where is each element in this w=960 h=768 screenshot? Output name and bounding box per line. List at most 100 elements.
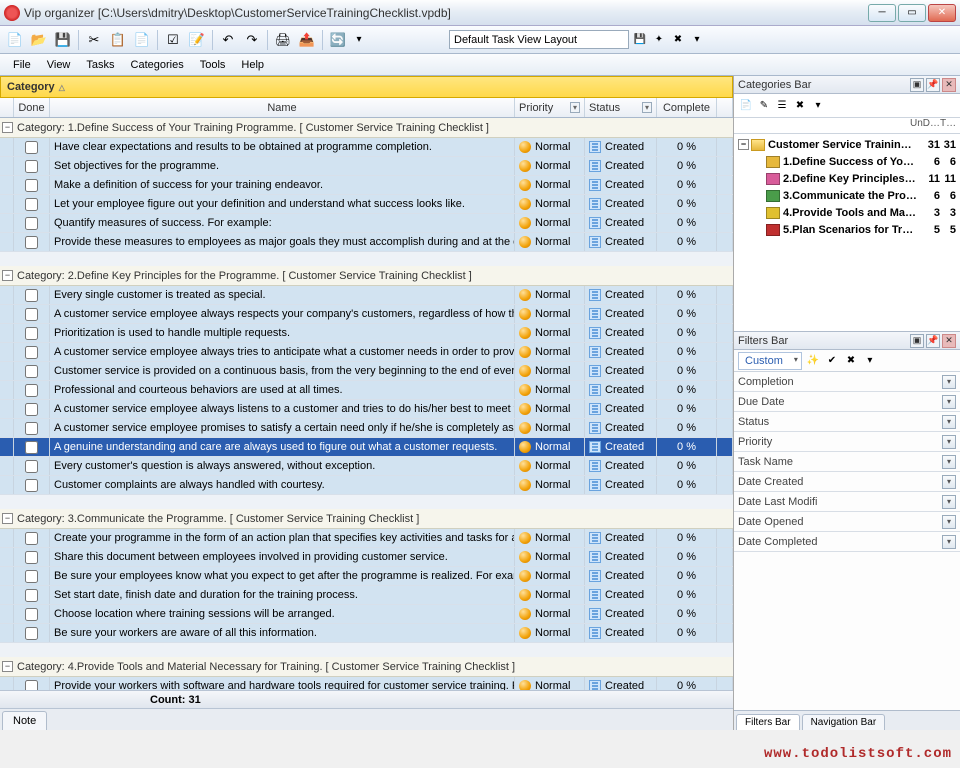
layout-delete-icon[interactable]: ✖ [670,32,686,48]
task-row[interactable]: Create your programme in the form of an … [0,529,733,548]
filter-field[interactable]: Status▾ [734,412,960,432]
export-icon[interactable]: 📤 [296,29,318,51]
task-row[interactable]: Be sure your workers are aware of all th… [0,624,733,643]
collapse-icon[interactable]: − [2,122,13,133]
chevron-down-icon[interactable]: ▾ [942,495,956,509]
paste-icon[interactable]: 📄 [131,29,153,51]
task-row[interactable]: A customer service employee promises to … [0,419,733,438]
cat-edit-icon[interactable]: ✎ [756,98,772,114]
col-status[interactable]: Status▾ [585,98,657,117]
done-checkbox[interactable] [25,289,38,302]
task-row[interactable]: Quantify measures of success. For exampl… [0,214,733,233]
chevron-down-icon[interactable]: ▾ [942,475,956,489]
menu-help[interactable]: Help [234,56,271,74]
task-row[interactable]: Customer service is provided on a contin… [0,362,733,381]
done-checkbox[interactable] [25,441,38,454]
layout-gear-icon[interactable]: ✦ [651,32,667,48]
collapse-icon[interactable]: − [2,270,13,281]
task-row[interactable]: Set start date, finish date and duration… [0,586,733,605]
filter-field[interactable]: Task Name▾ [734,452,960,472]
group-header[interactable]: −Category: 1.Define Success of Your Trai… [0,118,733,138]
done-checkbox[interactable] [25,551,38,564]
done-checkbox[interactable] [25,680,38,691]
done-checkbox[interactable] [25,532,38,545]
done-checkbox[interactable] [25,460,38,473]
done-checkbox[interactable] [25,384,38,397]
task-icon[interactable]: 📝 [186,29,208,51]
chevron-down-icon[interactable]: ▾ [942,415,956,429]
done-checkbox[interactable] [25,179,38,192]
task-row[interactable]: Every single customer is treated as spec… [0,286,733,305]
done-checkbox[interactable] [25,141,38,154]
chevron-down-icon[interactable]: ▾ [942,535,956,549]
group-header[interactable]: −Category: 4.Provide Tools and Material … [0,657,733,677]
dropdown-icon[interactable]: ▾ [351,32,367,48]
task-row[interactable]: Customer complaints are always handled w… [0,476,733,495]
done-checkbox[interactable] [25,608,38,621]
done-checkbox[interactable] [25,160,38,173]
filter-field[interactable]: Completion▾ [734,372,960,392]
task-row[interactable]: Set objectives for the programme.NormalC… [0,157,733,176]
task-row[interactable]: A genuine understanding and care are alw… [0,438,733,457]
category-root[interactable]: −Customer Service Training Che3131 [734,136,960,153]
checkbox-icon[interactable]: ☑ [162,29,184,51]
task-row[interactable]: Professional and courteous behaviors are… [0,381,733,400]
chevron-down-icon[interactable]: ▾ [942,515,956,529]
chevron-down-icon[interactable]: ▾ [942,435,956,449]
group-by-header[interactable]: Category △ [0,76,733,98]
panel-close-icon[interactable]: ✕ [942,78,956,92]
filter-field[interactable]: Date Opened▾ [734,512,960,532]
done-checkbox[interactable] [25,236,38,249]
status-filter-icon[interactable]: ▾ [642,102,652,113]
col-complete[interactable]: Complete [657,98,717,117]
chevron-down-icon[interactable]: ▾ [942,375,956,389]
task-row[interactable]: Every customer's question is always answ… [0,457,733,476]
group-header[interactable]: −Category: 3.Communicate the Programme. … [0,509,733,529]
done-checkbox[interactable] [25,479,38,492]
filter-field[interactable]: Date Last Modifi▾ [734,492,960,512]
maximize-button[interactable]: ▭ [898,4,926,22]
layout-save-icon[interactable]: 💾 [632,32,648,48]
done-checkbox[interactable] [25,346,38,359]
category-item[interactable]: 5.Plan Scenarios for Training S55 [734,221,960,238]
filters-restore-icon[interactable]: ▣ [910,334,924,348]
task-row[interactable]: Have clear expectations and results to b… [0,138,733,157]
menu-file[interactable]: File [6,56,38,74]
done-checkbox[interactable] [25,198,38,211]
minimize-button[interactable]: ─ [868,4,896,22]
done-checkbox[interactable] [25,308,38,321]
new-file-icon[interactable]: 📄 [4,29,26,51]
task-row[interactable]: Provide your workers with software and h… [0,677,733,690]
done-checkbox[interactable] [25,217,38,230]
layout-dropdown-icon[interactable]: ▾ [689,32,705,48]
task-row[interactable]: Make a definition of success for your tr… [0,176,733,195]
category-item[interactable]: 1.Define Success of Your Train66 [734,153,960,170]
filters-pin-icon[interactable]: 📌 [926,334,940,348]
open-icon[interactable]: 📂 [28,29,50,51]
redo-icon[interactable]: ↷ [241,29,263,51]
filter-clear-icon[interactable]: ✖ [843,353,859,369]
cat-new-icon[interactable]: 📄 [738,98,754,114]
category-item[interactable]: 4.Provide Tools and Material N33 [734,204,960,221]
filter-field[interactable]: Date Created▾ [734,472,960,492]
print-icon[interactable]: 🖨 [272,29,294,51]
chevron-down-icon[interactable]: ▾ [942,455,956,469]
filter-field[interactable]: Priority▾ [734,432,960,452]
group-header[interactable]: −Category: 2.Define Key Principles for t… [0,266,733,286]
task-row[interactable]: Prioritization is used to handle multipl… [0,324,733,343]
menu-categories[interactable]: Categories [124,56,191,74]
cat-list-icon[interactable]: ☰ [774,98,790,114]
tab-navigation-bar[interactable]: Navigation Bar [802,714,886,730]
done-checkbox[interactable] [25,570,38,583]
task-row[interactable]: Let your employee figure out your defini… [0,195,733,214]
task-row[interactable]: Be sure your employees know what you exp… [0,567,733,586]
task-row[interactable]: A customer service employee always tries… [0,343,733,362]
cat-dropdown-icon[interactable]: ▾ [810,98,826,114]
filter-field[interactable]: Date Completed▾ [734,532,960,552]
task-row[interactable]: Provide these measures to employees as m… [0,233,733,252]
undo-icon[interactable]: ↶ [217,29,239,51]
done-checkbox[interactable] [25,365,38,378]
category-item[interactable]: 3.Communicate the Programme66 [734,187,960,204]
tab-note[interactable]: Note [2,711,47,730]
filter-dropdown-icon[interactable]: ▾ [862,353,878,369]
